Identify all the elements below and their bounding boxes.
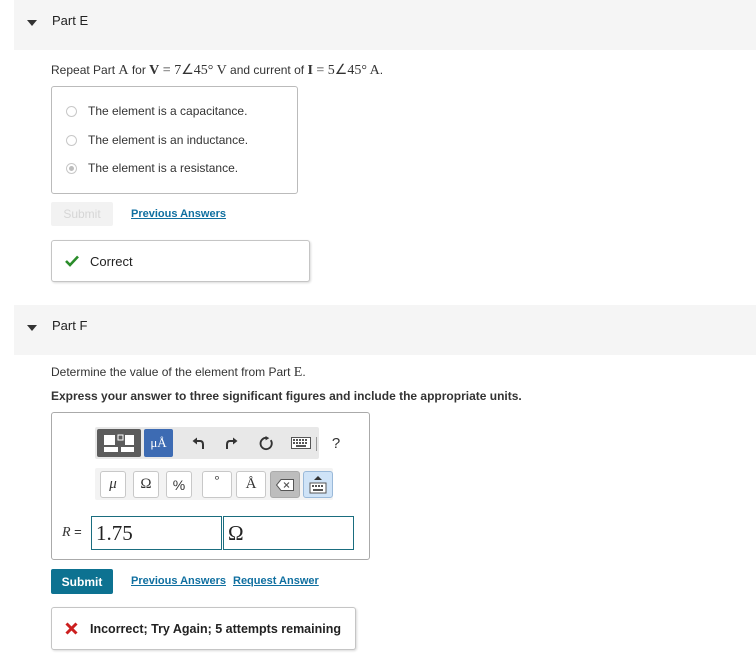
editor-toolbar-keys: μ Ω % ° Å bbox=[95, 468, 333, 500]
help-button[interactable]: ? bbox=[328, 431, 344, 455]
part-f-header[interactable]: Part F bbox=[14, 305, 756, 355]
part-e-title: Part E bbox=[52, 13, 89, 28]
part-e-header[interactable]: Part E bbox=[14, 0, 756, 50]
key-degree[interactable]: ° bbox=[202, 471, 232, 498]
collapse-triangle-icon[interactable] bbox=[27, 325, 37, 331]
part-e-feedback: Correct bbox=[51, 240, 310, 282]
answer-value-input[interactable]: 1.75 bbox=[91, 516, 222, 550]
part-e-previous-answers-link[interactable]: Previous Answers bbox=[131, 208, 226, 220]
answer-variable-label: R = bbox=[62, 524, 82, 540]
radio-button[interactable] bbox=[66, 105, 77, 117]
part-f-previous-answers-link[interactable]: Previous Answers bbox=[131, 575, 226, 587]
part-f-prompt: Determine the value of the element from … bbox=[51, 365, 306, 380]
part-e-prompt: Repeat Part A for V = 7∠45° V and curren… bbox=[51, 63, 384, 78]
toolbar-divider bbox=[316, 437, 317, 451]
radio-button-selected[interactable] bbox=[66, 162, 77, 174]
key-mu[interactable]: μ bbox=[100, 471, 126, 498]
units-button[interactable]: μÅ bbox=[144, 429, 173, 457]
backspace-icon[interactable] bbox=[270, 471, 300, 498]
answer-editor: μÅ ? μ Ω % ° Å R = 1.75 Ω bbox=[51, 412, 370, 560]
part-f-submit-button[interactable]: Submit bbox=[51, 569, 113, 594]
feedback-message: Correct bbox=[90, 253, 133, 269]
part-f-feedback: Incorrect; Try Again; 5 attempts remaini… bbox=[51, 607, 356, 650]
part-f-title: Part F bbox=[52, 318, 88, 333]
redo-icon[interactable] bbox=[219, 430, 245, 456]
radio-button[interactable] bbox=[66, 134, 77, 146]
answer-unit-input[interactable]: Ω bbox=[223, 516, 354, 550]
part-e-submit-button[interactable]: Submit bbox=[51, 202, 113, 226]
keyboard-icon[interactable] bbox=[289, 432, 313, 454]
error-x-icon bbox=[65, 622, 78, 635]
undo-icon[interactable] bbox=[185, 430, 211, 456]
reset-icon[interactable] bbox=[253, 430, 279, 456]
templates-icon[interactable] bbox=[97, 429, 141, 457]
key-percent[interactable]: % bbox=[166, 471, 192, 498]
editor-toolbar-top: μÅ bbox=[95, 427, 319, 459]
key-omega[interactable]: Ω bbox=[133, 471, 159, 498]
collapse-triangle-icon[interactable] bbox=[27, 20, 37, 26]
request-answer-link[interactable]: Request Answer bbox=[233, 575, 319, 587]
part-f-instruction: Express your answer to three significant… bbox=[51, 389, 522, 403]
choice-capacitance[interactable]: The element is a capacitance. bbox=[66, 102, 247, 120]
checkmark-icon bbox=[65, 255, 79, 267]
key-angstrom[interactable]: Å bbox=[236, 471, 266, 498]
answer-choices: The element is a capacitance. The elemen… bbox=[51, 86, 298, 194]
keypad-icon[interactable] bbox=[303, 471, 333, 498]
choice-inductance[interactable]: The element is an inductance. bbox=[66, 131, 248, 149]
feedback-message: Incorrect; Try Again; 5 attempts remaini… bbox=[90, 621, 341, 636]
choice-resistance[interactable]: The element is a resistance. bbox=[66, 159, 238, 177]
